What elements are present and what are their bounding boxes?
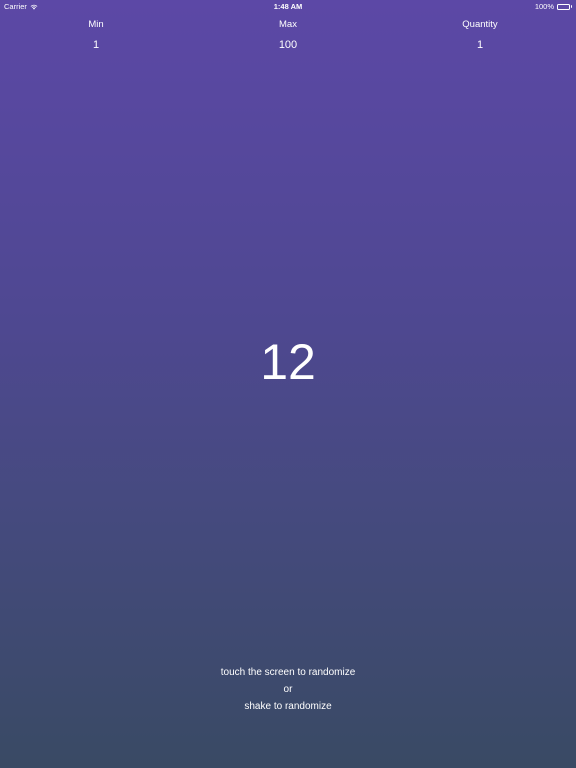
random-result: 12 (260, 334, 316, 390)
instruction-or: or (283, 684, 293, 695)
max-label: Max (279, 19, 297, 30)
instruction-touch: touch the screen to randomize (220, 667, 356, 678)
settings-row: Min 1 Max 100 Quantity 1 (0, 19, 576, 59)
carrier-label: Carrier (4, 2, 27, 11)
status-left: Carrier (4, 2, 38, 11)
instruction-shake: shake to randomize (244, 701, 332, 712)
max-setting[interactable]: Max 100 (228, 19, 348, 52)
randomizer-screen[interactable]: { "status_bar": { "carrier": "Carrier", … (0, 0, 576, 768)
wifi-icon (30, 4, 38, 10)
min-label: Min (88, 19, 104, 30)
status-bar: Carrier 1:48 AM 100% (0, 0, 576, 13)
quantity-label: Quantity (462, 19, 498, 30)
status-right: 100% (535, 2, 572, 11)
battery-percent: 100% (534, 2, 554, 11)
max-value[interactable]: 100 (228, 38, 348, 52)
min-setting[interactable]: Min 1 (36, 19, 156, 52)
status-time: 1:48 AM (273, 2, 303, 11)
quantity-setting[interactable]: Quantity 1 (420, 19, 540, 52)
instructions: touch the screen to randomize or shake t… (0, 664, 576, 715)
quantity-value[interactable]: 1 (420, 38, 540, 52)
battery-icon (557, 3, 572, 10)
min-value[interactable]: 1 (36, 38, 156, 52)
